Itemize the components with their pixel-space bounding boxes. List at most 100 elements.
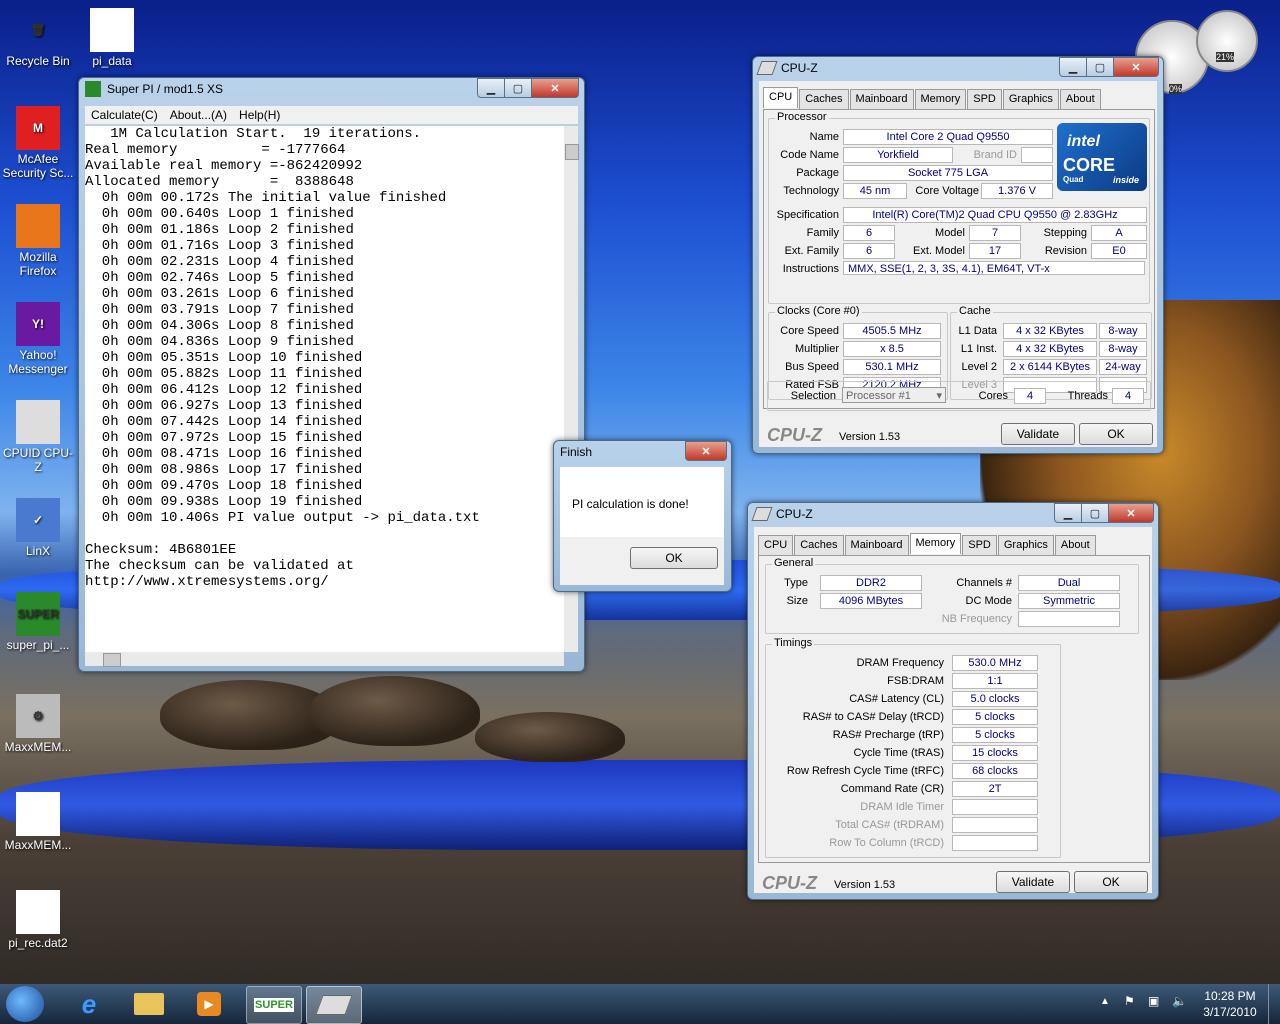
desktop-icon-label: Recycle Bin	[6, 54, 70, 68]
desktop-icon-label: LinX	[25, 544, 51, 558]
media-player-icon[interactable]: ▶	[182, 986, 236, 1022]
clock-date[interactable]: 3/17/2010	[1200, 1005, 1260, 1019]
timing-value	[952, 835, 1038, 851]
memory-tab-content: General Type DDR2 Size 4096 MBytes Chann…	[758, 555, 1150, 863]
volume-icon[interactable]: 🔈	[1172, 994, 1187, 1008]
cpuz-cpu-window[interactable]: CPU-Z ▁ ▢ ✕ CPU Caches Mainboard Memory SPD G…	[752, 56, 1164, 454]
tab-caches[interactable]: Caches	[799, 89, 849, 110]
validate-button[interactable]: Validate	[996, 871, 1070, 893]
stepping-label: Stepping	[1043, 227, 1087, 239]
desktop-icon[interactable]: MaxxMEM...	[2, 792, 74, 852]
show-hidden-icons[interactable]: ▲	[1100, 996, 1110, 1007]
output-line: 0h 00m 07.972s Loop 15 finished	[85, 430, 363, 446]
output-line: 0h 00m 07.442s Loop 14 finished	[85, 414, 363, 430]
tab-mainboard[interactable]: Mainboard	[849, 89, 914, 110]
memory-type: DDR2	[820, 575, 922, 591]
tab-cpu[interactable]: CPU	[758, 535, 794, 556]
size-label: Size	[786, 595, 808, 607]
tab-memory[interactable]: Memory	[914, 89, 967, 110]
minimize-button[interactable]: ▁	[1054, 503, 1082, 523]
desktop-icon[interactable]: Mozilla Firefox	[2, 204, 74, 278]
dc-mode: Symmetric	[1018, 593, 1120, 609]
scrollbar-thumb[interactable]	[103, 653, 121, 667]
close-button[interactable]: ✕	[685, 441, 727, 461]
timing-label: RAS# to CAS# Delay (tRCD)	[802, 711, 944, 723]
cores-label: Cores	[978, 390, 1008, 402]
ok-button[interactable]: OK	[1079, 423, 1153, 445]
desktop-icon[interactable]: SUPER super_pi_...	[2, 592, 74, 652]
cpuz-title: CPU-Z	[776, 507, 813, 521]
tab-spd[interactable]: SPD	[967, 89, 1002, 110]
desktop-icon[interactable]: ⚙ MaxxMEM...	[2, 694, 74, 754]
maximize-button[interactable]: ▢	[504, 78, 532, 98]
desktop-icon[interactable]: ✓ LinX	[2, 498, 74, 558]
finish-dialog[interactable]: Finish ✕ PI calculation is done! OK	[553, 440, 732, 592]
internet-explorer-icon[interactable]: e	[62, 986, 116, 1022]
tab-cpu[interactable]: CPU	[763, 87, 799, 108]
desktop-icon[interactable]: CPUID CPU-Z	[2, 400, 74, 474]
maximize-button[interactable]: ▢	[1081, 503, 1109, 523]
explorer-folder-icon[interactable]	[122, 986, 176, 1022]
cpuz-memory-window[interactable]: CPU-Z ▁ ▢ ✕ CPU Caches Mainboard Memory SPD G…	[747, 502, 1159, 900]
horizontal-scrollbar[interactable]	[85, 652, 564, 667]
output-line: 1M Calculation Start. 19 iterations.	[85, 126, 422, 142]
tab-graphics[interactable]: Graphics	[997, 535, 1054, 556]
close-button[interactable]: ✕	[531, 78, 579, 98]
desktop-icon[interactable]: Y! Yahoo! Messenger	[2, 302, 74, 376]
desktop-icon-image: M	[16, 106, 60, 150]
tab-about[interactable]: About	[1054, 535, 1096, 556]
output-line: 0h 00m 01.716s Loop 3 finished	[85, 238, 354, 254]
tab-graphics[interactable]: Graphics	[1002, 89, 1059, 110]
timing-value: 68 clocks	[952, 763, 1038, 779]
finish-body: PI calculation is done! OK	[560, 467, 724, 585]
technology: 45 nm	[843, 183, 907, 199]
l2-label: Level 2	[961, 361, 997, 373]
intel-core2-logo: intel CORE Quad inside	[1057, 123, 1147, 191]
minimize-button[interactable]: ▁	[1059, 57, 1087, 77]
level-2-way: 24-way	[1099, 359, 1147, 375]
output-line: 0h 00m 04.836s Loop 9 finished	[85, 334, 354, 350]
tab-caches[interactable]: Caches	[794, 535, 844, 556]
output-line: 0h 00m 10.406s PI value output -> pi_dat…	[85, 510, 480, 526]
close-button[interactable]: ✕	[1113, 57, 1159, 77]
memory-meter-gadget[interactable]: 21%	[1196, 10, 1258, 72]
output-line: 0h 00m 06.412s Loop 12 finished	[85, 382, 363, 398]
revision-label: Revision	[1044, 245, 1087, 257]
menu-about[interactable]: About...(A)	[164, 108, 233, 122]
show-desktop-button[interactable]	[1268, 984, 1280, 1024]
maximize-button[interactable]: ▢	[1086, 57, 1114, 77]
menu-help[interactable]: Help(H)	[233, 108, 286, 122]
desktop-icon[interactable]: pi_rec.dat2	[2, 890, 74, 950]
clock-time[interactable]: 10:28 PM	[1200, 989, 1260, 1003]
timing-value	[952, 799, 1038, 815]
desktop-icon-image: ✓	[16, 498, 60, 542]
validate-button[interactable]: Validate	[1001, 423, 1075, 445]
processor-select[interactable]: Processor #1 ▾	[842, 387, 946, 403]
desktop-icon[interactable]: M McAfee Security Sc...	[2, 106, 74, 180]
close-button[interactable]: ✕	[1108, 503, 1154, 523]
tab-about[interactable]: About	[1059, 89, 1101, 110]
scrollbar-thumb[interactable]	[565, 144, 579, 160]
menu-calculate[interactable]: Calculate(C)	[85, 108, 164, 122]
action-center-icon[interactable]: ⚑	[1124, 994, 1135, 1008]
desktop-icon-label: pi_rec.dat2	[8, 936, 68, 950]
ok-button[interactable]: OK	[630, 547, 718, 569]
threads: 4	[1112, 388, 1144, 404]
network-icon[interactable]: ▣	[1148, 994, 1159, 1008]
start-button[interactable]	[6, 986, 44, 1022]
desktop-icon[interactable]: pi_data	[76, 8, 148, 68]
tab-spd[interactable]: SPD	[962, 535, 997, 556]
tab-mainboard[interactable]: Mainboard	[844, 535, 909, 556]
output-line: 0h 00m 04.306s Loop 8 finished	[85, 318, 354, 334]
desktop-icon[interactable]: 🗑 Recycle Bin	[2, 8, 74, 68]
taskbar-superpi[interactable]: SUPER	[246, 986, 302, 1024]
l1-data: 4 x 32 KBytes	[1003, 323, 1097, 339]
superpi-window[interactable]: Super PI / mod1.5 XS ▁ ▢ ✕ Calculate(C) …	[78, 77, 585, 672]
cpuz-logo: CPU-Z	[762, 873, 817, 893]
processor-group: Processor Name Intel Core 2 Quad Q9550 C…	[768, 111, 1150, 304]
tab-memory[interactable]: Memory	[909, 533, 962, 554]
ok-button[interactable]: OK	[1074, 871, 1148, 893]
minimize-button[interactable]: ▁	[477, 78, 505, 98]
taskbar-cpuz[interactable]	[306, 986, 362, 1024]
